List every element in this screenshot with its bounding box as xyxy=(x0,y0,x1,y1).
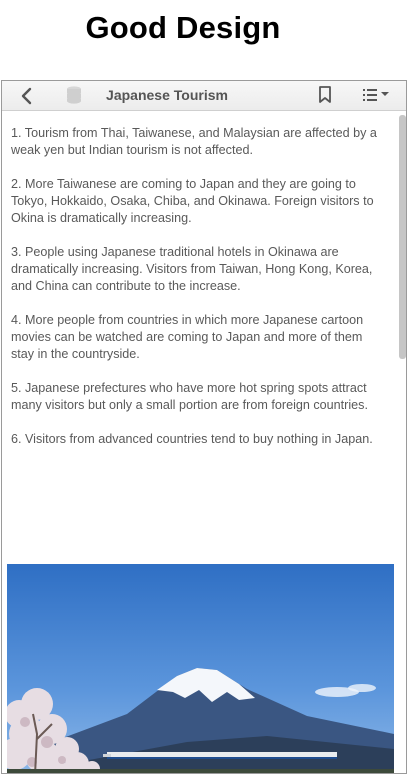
list-item: 2. More Taiwanese are coming to Japan an… xyxy=(11,177,374,225)
list-item: 5. Japanese prefectures who have more ho… xyxy=(11,381,368,412)
list-menu-icon[interactable] xyxy=(362,86,390,104)
bookmark-icon[interactable] xyxy=(318,85,332,105)
database-icon xyxy=(66,85,82,105)
list-item: 6. Visitors from advanced countries tend… xyxy=(11,432,373,446)
chevron-left-icon[interactable] xyxy=(18,86,36,106)
list-item: 1. Tourism from Thai, Taiwanese, and Mal… xyxy=(11,126,377,157)
toolbar: Japanese Tourism xyxy=(2,81,406,111)
list-item: 3. People using Japanese traditional hot… xyxy=(11,245,373,293)
mount-fuji-photo xyxy=(7,564,394,773)
insights-text: 1. Tourism from Thai, Taiwanese, and Mal… xyxy=(11,125,385,465)
app-window: Japanese Tourism 1. Tourism from Thai, T… xyxy=(1,80,407,774)
page-headline: Good Design xyxy=(85,10,281,45)
page-title: Japanese Tourism xyxy=(106,87,228,103)
list-item: 4. More people from countries in which m… xyxy=(11,313,364,361)
scrollbar[interactable] xyxy=(399,115,406,359)
